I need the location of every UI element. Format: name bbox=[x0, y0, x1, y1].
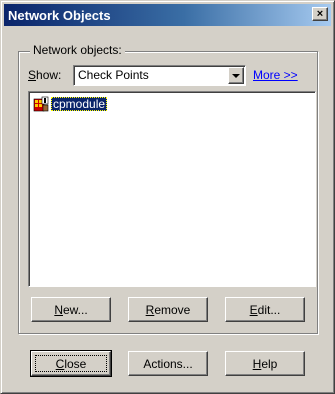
close-button-rest: lose bbox=[64, 356, 87, 371]
checkpoint-gateway-icon bbox=[33, 96, 49, 112]
new-button-mnemonic: N bbox=[54, 302, 63, 317]
close-icon[interactable]: × bbox=[312, 7, 328, 21]
help-button[interactable]: Help bbox=[225, 351, 305, 376]
close-button-mnemonic: C bbox=[55, 356, 65, 371]
edit-button-rest: dit... bbox=[257, 302, 281, 317]
more-link[interactable]: More >> bbox=[253, 68, 298, 82]
dropdown-arrow-icon[interactable] bbox=[228, 67, 244, 84]
title-bar[interactable]: Network Objects × bbox=[4, 4, 331, 26]
group-legend: Network objects: bbox=[30, 43, 125, 57]
remove-button-mnemonic: R bbox=[145, 302, 155, 317]
edit-button-mnemonic: E bbox=[249, 302, 258, 317]
show-label: Show: bbox=[28, 68, 61, 82]
actions-button-label: Actions... bbox=[143, 356, 193, 371]
actions-button[interactable]: Actions... bbox=[128, 351, 208, 376]
new-button-rest: ew... bbox=[62, 302, 88, 317]
network-objects-list[interactable]: cpmodule bbox=[28, 91, 316, 287]
window-title: Network Objects bbox=[8, 7, 111, 23]
edit-button[interactable]: Edit... bbox=[225, 297, 305, 322]
help-button-mnemonic: H bbox=[252, 356, 262, 371]
remove-button-rest: emove bbox=[154, 302, 191, 317]
help-button-rest: elp bbox=[261, 356, 278, 371]
new-button[interactable]: New... bbox=[31, 297, 111, 322]
show-label-mnemonic: S bbox=[28, 68, 37, 82]
show-label-rest: how: bbox=[36, 68, 62, 82]
list-item[interactable]: cpmodule bbox=[33, 96, 108, 112]
show-filter-value: Check Points bbox=[78, 68, 149, 82]
remove-button[interactable]: Remove bbox=[128, 297, 208, 322]
show-filter-select[interactable]: Check Points bbox=[73, 65, 246, 86]
close-button[interactable]: Close bbox=[30, 350, 112, 377]
list-item-label: cpmodule bbox=[51, 97, 108, 111]
